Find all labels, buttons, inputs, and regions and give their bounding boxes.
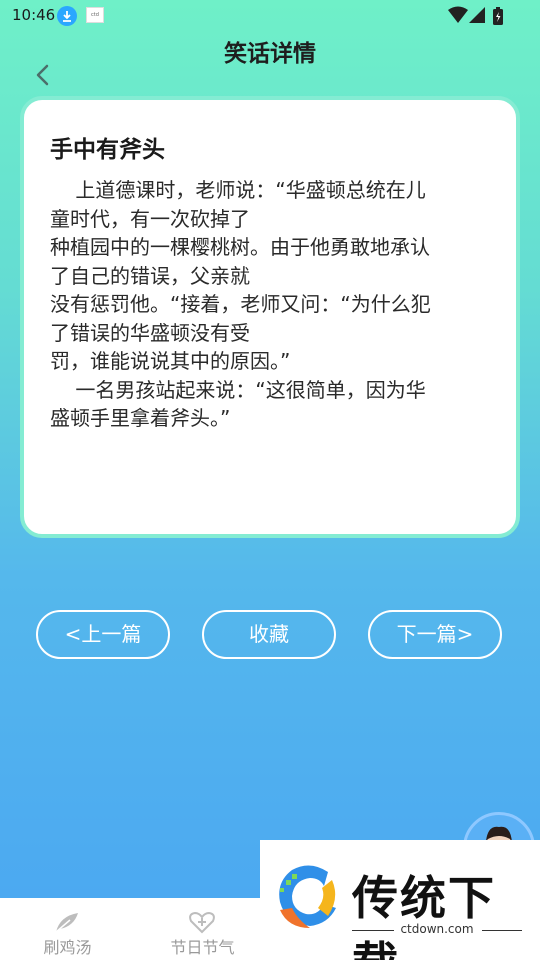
joke-body: 上道德课时，老师说：“华盛顿总统在儿 童时代，有一次砍掉了 种植园中的一棵樱桃树… bbox=[50, 176, 490, 433]
heart-plus-icon bbox=[189, 911, 215, 934]
watermark: 传统下载 ctdown.com bbox=[260, 840, 540, 960]
download-icon bbox=[57, 6, 77, 26]
wifi-icon bbox=[448, 6, 468, 23]
previous-button[interactable]: <上一篇 bbox=[36, 610, 170, 659]
joke-title: 手中有斧头 bbox=[50, 137, 165, 163]
battery-icon bbox=[493, 7, 503, 25]
joke-line: 盛顿手里拿着斧头。” bbox=[50, 406, 231, 430]
joke-line: 种植园中的一棵樱桃树。由于他勇敢地承认 bbox=[50, 235, 430, 259]
tab-label: 节日节气 bbox=[170, 938, 235, 957]
signal-icon bbox=[469, 7, 485, 23]
joke-line: 罚，谁能说说其中的原因。” bbox=[50, 349, 291, 373]
watermark-divider bbox=[482, 930, 522, 931]
joke-line: 童时代，有一次砍掉了 bbox=[50, 206, 250, 231]
tab-chicken-soup[interactable]: 刷鸡汤 bbox=[0, 898, 135, 960]
joke-line: 了错误的华盛顿没有受 bbox=[50, 320, 250, 345]
joke-line: 一名男孩站起来说：“这很简单，因为华 bbox=[50, 377, 426, 402]
page-title: 笑话详情 bbox=[224, 41, 316, 67]
watermark-logo-icon bbox=[279, 865, 336, 928]
watermark-text: 传统下载 bbox=[352, 871, 496, 960]
tab-festivals[interactable]: 节日节气 bbox=[135, 898, 270, 960]
app-notification-icon: ctd bbox=[86, 7, 104, 23]
joke-card: 手中有斧头 上道德课时，老师说：“华盛顿总统在儿 童时代，有一次砍掉了 种植园中… bbox=[20, 96, 520, 538]
status-time: 10:46 bbox=[12, 6, 56, 24]
tab-label: 刷鸡汤 bbox=[43, 938, 92, 957]
joke-line: 了自己的错误，父亲就 bbox=[50, 263, 250, 288]
joke-line: 上道德课时，老师说：“华盛顿总统在儿 bbox=[50, 178, 426, 202]
status-bar: 10:46 ctd bbox=[0, 0, 540, 32]
back-button[interactable] bbox=[28, 60, 58, 90]
favorite-button[interactable]: 收藏 bbox=[202, 610, 336, 659]
next-button[interactable]: 下一篇> bbox=[368, 610, 502, 659]
watermark-url: ctdown.com bbox=[400, 922, 474, 936]
chevron-left-icon bbox=[36, 64, 49, 86]
feather-icon bbox=[55, 913, 78, 933]
joke-line: 没有惩罚他。“接着，老师又问：“为什么犯 bbox=[50, 292, 431, 316]
